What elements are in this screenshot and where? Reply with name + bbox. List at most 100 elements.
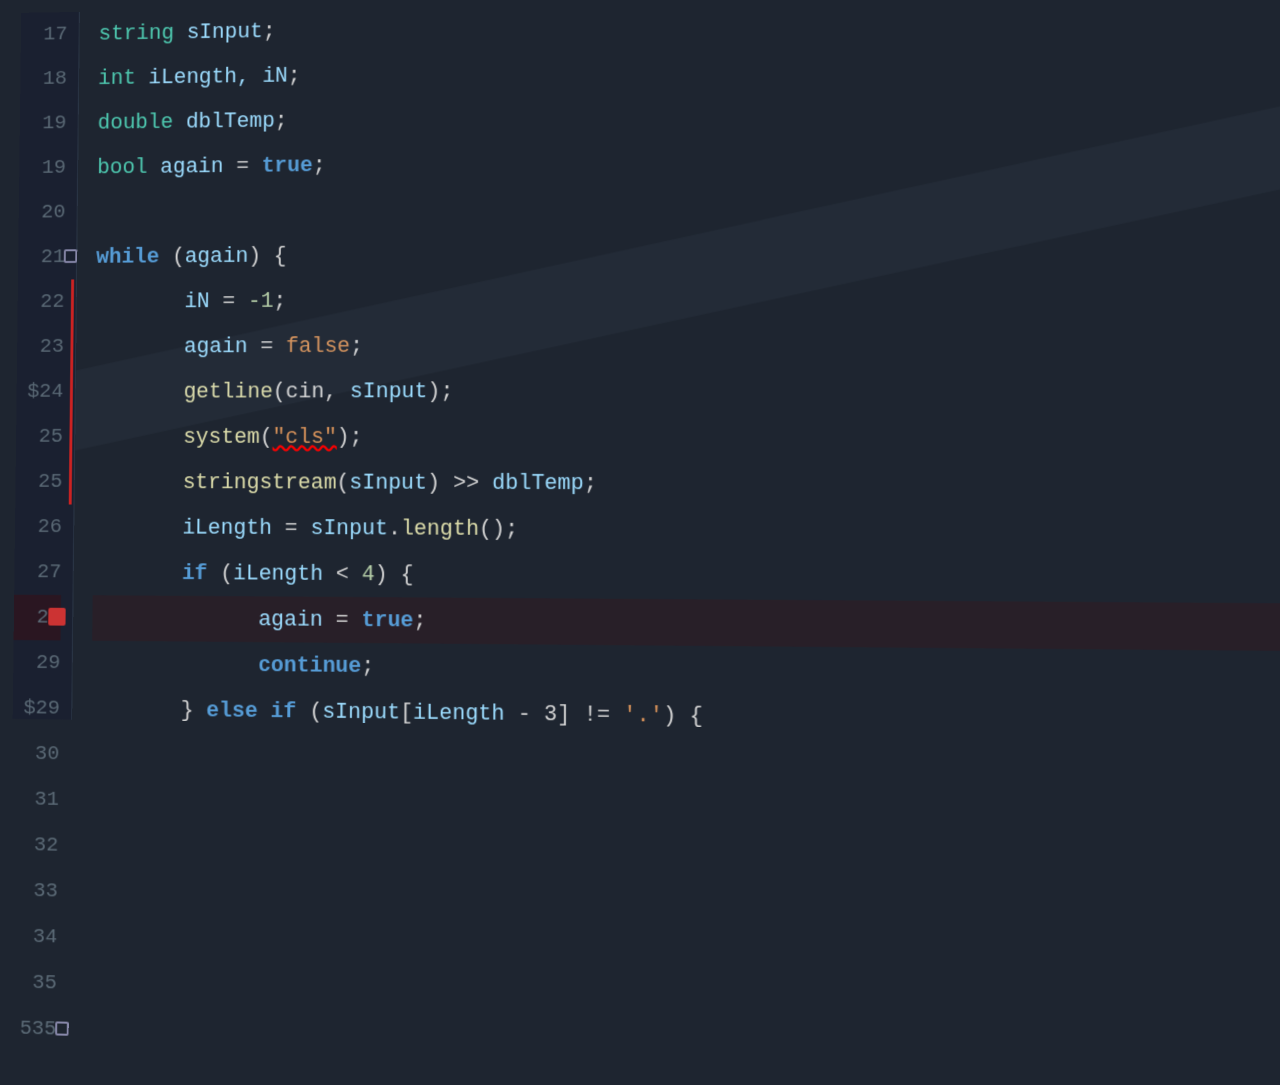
line-num-29b: $29 [13, 685, 60, 731]
token: < [323, 561, 362, 586]
token: 4 [362, 562, 375, 587]
line-num-24: $24 [16, 369, 63, 414]
token [95, 379, 184, 404]
token: = [248, 334, 287, 359]
token: sInput [310, 516, 388, 541]
line-num-33: 33 [10, 868, 58, 915]
code-line-24: getline(cin, sInput); [95, 367, 1280, 415]
line-num-17: 17 [21, 12, 68, 57]
token: ) { [375, 562, 414, 587]
token: ( [296, 699, 322, 724]
token [94, 470, 183, 495]
token: ); [337, 425, 363, 450]
code-line-25: system("cls"); [94, 414, 1280, 461]
token: (cin, [273, 379, 350, 404]
token: iLength [233, 561, 323, 586]
token: false [286, 334, 350, 359]
line-num-26: 26 [15, 504, 62, 549]
token: iN [184, 289, 210, 314]
token [96, 289, 185, 314]
token: iLength [182, 515, 272, 540]
code-line-21: while (again) { [96, 225, 1280, 279]
token: ; [275, 108, 288, 133]
token: ( [260, 425, 273, 450]
token: ) >> [427, 470, 492, 495]
token: int [98, 65, 149, 90]
code-line-30: again = true; [91, 732, 1280, 734]
line-num-31: 31 [11, 776, 59, 822]
token: length [401, 516, 479, 541]
token: if [182, 561, 208, 586]
line-num-25b: 25 [15, 459, 62, 504]
token: ; [584, 471, 597, 496]
token: bool [97, 155, 160, 180]
token: ); [427, 379, 453, 404]
token: string [98, 20, 186, 46]
token: dblTemp [186, 109, 275, 134]
token: again [184, 334, 248, 359]
token: true [362, 608, 414, 633]
line-num-19: 19 [20, 101, 67, 146]
fold-marker[interactable] [64, 249, 77, 263]
line-num-35: 35 [9, 959, 57, 1006]
token: ; [361, 653, 374, 678]
token: else if [206, 698, 296, 724]
line-num-32: 32 [11, 822, 59, 869]
token: double [98, 110, 186, 135]
line-num-19b: 19 [19, 145, 66, 190]
token: = [272, 516, 311, 541]
breakpoint-marker[interactable] [48, 608, 65, 626]
line-num-20: 20 [19, 190, 66, 235]
token: sInput [350, 379, 428, 404]
token: [ [400, 700, 413, 725]
line-num-535: 535 [9, 1005, 57, 1052]
token: (); [479, 516, 518, 541]
token [95, 334, 184, 359]
line-num-22: 22 [17, 280, 64, 325]
token: } [181, 698, 207, 723]
code-line-27: if (iLength < 4) { [93, 550, 1280, 604]
token: ) { [248, 243, 286, 268]
token: iLength, iN [148, 63, 288, 89]
token: ; [313, 153, 326, 178]
line-num-23: 23 [17, 324, 64, 369]
code-line-22: iN = -1; [96, 272, 1280, 324]
breakpoint-line [69, 279, 74, 504]
token [92, 651, 258, 677]
token: = [223, 154, 261, 179]
code-line-23: again = false; [95, 319, 1280, 369]
token: = [210, 289, 248, 314]
code-line-26: iLength = sInput.length(); [93, 505, 1280, 556]
token: ; [263, 19, 276, 44]
token: ; [350, 334, 363, 359]
line-num-29: 29 [13, 640, 60, 686]
token [93, 515, 182, 540]
line-num-27: 27 [14, 549, 61, 595]
token: -1 [248, 289, 274, 314]
token-string-cls: "cls" [272, 425, 336, 450]
code-editor: 17 18 19 19 20 21 22 23 [13, 0, 1280, 734]
code-content: string sInput; int iLength, iN; double d… [72, 0, 1280, 734]
token [91, 697, 180, 723]
token [94, 425, 183, 450]
line-numbers: 17 18 19 19 20 21 22 23 [13, 12, 80, 720]
token: '.' [623, 702, 663, 728]
line-num-21: 21 [18, 235, 65, 280]
token: sInput [187, 19, 263, 44]
token: true [262, 153, 313, 178]
line-num-34: 34 [10, 914, 58, 961]
token: getline [183, 379, 273, 404]
token [92, 606, 258, 632]
token: dblTemp [492, 470, 584, 495]
token: ( [207, 561, 233, 586]
token: continue [258, 653, 361, 679]
line-num-25: 25 [16, 414, 63, 459]
token: iLength [413, 700, 505, 726]
line-num-28-bp: 28 [14, 595, 61, 641]
fold-marker-bottom[interactable] [55, 1021, 69, 1035]
token: = [323, 607, 362, 632]
token: again [258, 607, 323, 632]
token: . [388, 516, 401, 541]
token: again [160, 154, 224, 179]
token: system [183, 425, 260, 450]
